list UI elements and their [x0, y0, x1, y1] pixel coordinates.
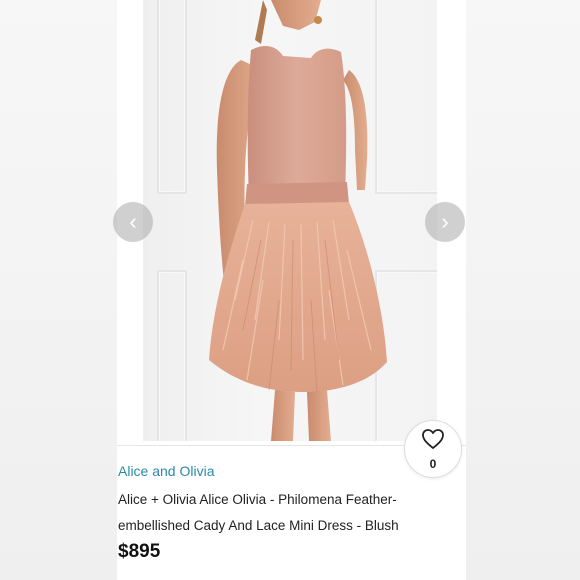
brand-link[interactable]: Alice and Olivia — [118, 463, 215, 479]
like-button[interactable]: 0 — [404, 420, 462, 478]
product-photo[interactable] — [143, 0, 437, 441]
like-count: 0 — [429, 456, 437, 471]
carousel-next-button[interactable]: › — [425, 202, 465, 242]
left-gutter — [0, 0, 117, 580]
carousel-prev-button[interactable]: ‹ — [113, 202, 153, 242]
chevron-right-icon: › — [441, 209, 449, 234]
heart-icon — [421, 428, 445, 455]
product-price: $895 — [118, 541, 161, 562]
right-gutter — [466, 0, 580, 580]
chevron-left-icon: ‹ — [129, 209, 137, 234]
listing-page: ‹ › 0 Alice and Olivia Alice + Olivia Al… — [0, 0, 580, 580]
product-title: Alice + Olivia Alice Olivia - Philomena … — [118, 492, 399, 533]
